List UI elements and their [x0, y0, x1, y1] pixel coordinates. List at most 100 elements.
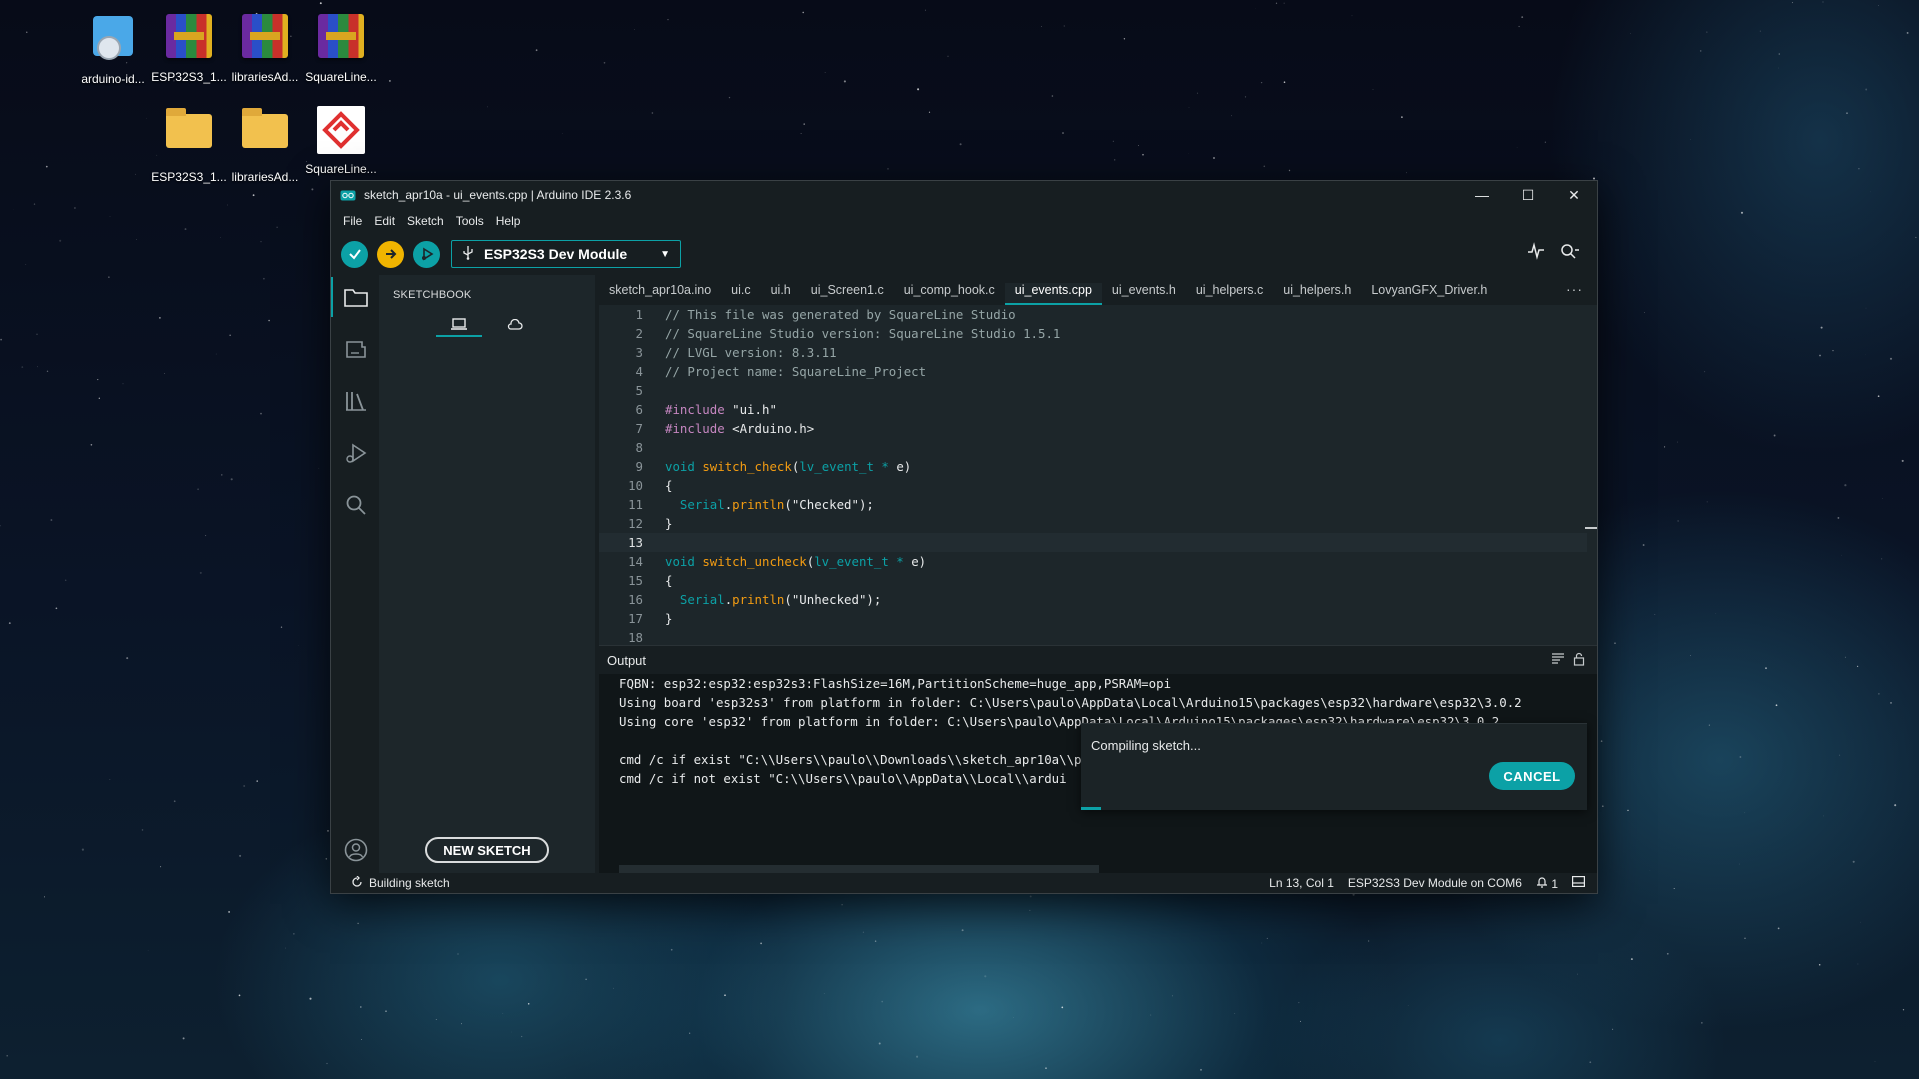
code-token: (: [806, 554, 815, 569]
close-button[interactable]: ✕: [1551, 181, 1597, 209]
star: [1405, 172, 1407, 174]
code-line[interactable]: 14 void switch_uncheck(lv_event_t * e): [599, 552, 1587, 571]
code-line[interactable]: 13: [599, 533, 1587, 552]
debug-icon: [346, 443, 367, 463]
code-line[interactable]: 15 {: [599, 571, 1587, 590]
code-token: "ui.h": [732, 402, 777, 417]
star: [1878, 693, 1880, 695]
star: [800, 132, 802, 134]
code-line[interactable]: 3 // LVGL version: 8.3.11: [599, 343, 1587, 362]
desktop-icon-arduino-ide-setup[interactable]: arduino-id...: [72, 10, 154, 86]
star: [163, 373, 165, 375]
star: [122, 383, 124, 385]
code-line[interactable]: 8: [599, 438, 1587, 457]
sketchbook-button[interactable]: [343, 284, 369, 310]
line-number: 1: [635, 307, 643, 322]
code-line[interactable]: 12}: [599, 514, 1587, 533]
menu-tools[interactable]: Tools: [450, 214, 490, 228]
title-bar[interactable]: sketch_apr10a - ui_events.cpp | Arduino …: [331, 181, 1597, 209]
star: [1777, 927, 1780, 930]
star: [238, 994, 241, 997]
menu-edit[interactable]: Edit: [368, 214, 401, 228]
code-line[interactable]: 18: [599, 628, 1587, 645]
serial-plotter-button[interactable]: [1527, 242, 1545, 265]
menu-file[interactable]: File: [337, 214, 368, 228]
tab-ui-h[interactable]: ui.h: [761, 283, 801, 305]
tab-ui-comp-hook-c[interactable]: ui_comp_hook.c: [894, 283, 1005, 305]
toggle-panel-icon[interactable]: [1572, 876, 1586, 890]
code-line[interactable]: 7 #include <Arduino.h>: [599, 419, 1587, 438]
lock-scroll-icon[interactable]: [1573, 652, 1585, 669]
star: [1865, 307, 1867, 309]
debug-panel-button[interactable]: [343, 440, 369, 466]
upload-button[interactable]: [377, 240, 404, 268]
maximize-button[interactable]: ☐: [1505, 181, 1551, 209]
code-line[interactable]: 17}: [599, 609, 1587, 628]
code-line[interactable]: 6 #include "ui.h": [599, 400, 1587, 419]
cancel-button[interactable]: CANCEL: [1489, 762, 1575, 790]
code-token: .: [724, 592, 733, 607]
new-sketch-button[interactable]: NEW SKETCH: [425, 837, 549, 863]
debug-button[interactable]: [413, 240, 440, 268]
board-selector[interactable]: ESP32S3 Dev Module ▼: [451, 240, 681, 268]
star: [1298, 1002, 1300, 1004]
code-line[interactable]: 2 // SquareLine Studio version: SquareLin…: [599, 324, 1587, 343]
notifications-status[interactable]: 1: [1536, 876, 1558, 891]
tab-sketch-apr10a-ino[interactable]: sketch_apr10a.ino: [599, 283, 721, 305]
desktop-icon-esp32s3-folder[interactable]: ESP32S3_1...: [148, 104, 230, 184]
code-line[interactable]: 5: [599, 381, 1587, 400]
verify-button[interactable]: [341, 240, 368, 268]
user-icon: [344, 838, 368, 862]
desktop-icon-libraries-folder[interactable]: librariesAd...: [224, 104, 306, 184]
star: [1401, 116, 1403, 118]
desktop-icon-libraries-archive[interactable]: librariesAd...: [224, 10, 306, 84]
tab-ui-events-cpp[interactable]: ui_events.cpp: [1004, 283, 1102, 305]
code-line[interactable]: 16 Serial. println ("Unhecked");: [599, 590, 1587, 609]
code-line[interactable]: 10 {: [599, 476, 1587, 495]
star: [276, 226, 278, 228]
star: [435, 1018, 437, 1021]
cloud-sketchbook-tab[interactable]: [492, 313, 538, 337]
code-line[interactable]: 1 // This file was generated by SquareLin…: [599, 305, 1587, 324]
profile-button[interactable]: [343, 837, 369, 863]
desktop-icon-squareline-archive[interactable]: SquareLine...: [300, 10, 382, 84]
star: [841, 904, 843, 906]
local-sketchbook-tab[interactable]: [436, 313, 482, 337]
output-horizontal-scrollbar[interactable]: [619, 865, 1099, 873]
tab-lovyangfx-driver-h[interactable]: LovyanGFX_Driver.h: [1361, 283, 1497, 305]
library-manager-button[interactable]: [343, 388, 369, 414]
tab-ui-helpers-c[interactable]: ui_helpers.c: [1186, 283, 1273, 305]
menu-sketch[interactable]: Sketch: [401, 214, 450, 228]
clear-output-icon[interactable]: [1551, 652, 1565, 669]
boards-manager-button[interactable]: [343, 336, 369, 362]
desktop-icon-squareline-studio[interactable]: SquareLine...: [300, 104, 382, 176]
tab-ui-c[interactable]: ui.c: [721, 283, 760, 305]
star: [90, 443, 93, 446]
board-port-status[interactable]: ESP32S3 Dev Module on COM6: [1348, 876, 1522, 890]
debug-play-icon: [421, 247, 434, 261]
serial-monitor-button[interactable]: [1559, 242, 1579, 265]
more-tabs-icon[interactable]: ···: [1566, 281, 1583, 297]
code-line[interactable]: 9 void switch_check(lv_event_t * e): [599, 457, 1587, 476]
star: [45, 165, 48, 168]
desktop-icon-esp32s3-archive[interactable]: ESP32S3_1...: [148, 10, 230, 84]
cursor-position[interactable]: Ln 13, Col 1: [1269, 876, 1334, 890]
star: [145, 117, 147, 119]
minimize-button[interactable]: —: [1459, 181, 1505, 209]
code-line[interactable]: 4 // Project name: SquareLine_Project: [599, 362, 1587, 381]
code-editor[interactable]: 1 // This file was generated by SquareLin…: [599, 305, 1587, 645]
menu-help[interactable]: Help: [490, 214, 527, 228]
star: [36, 333, 38, 336]
star: [1677, 520, 1679, 522]
star: [1644, 312, 1645, 313]
tab-ui-screen1-c[interactable]: ui_Screen1.c: [801, 283, 894, 305]
star: [81, 848, 84, 851]
code-line[interactable]: 11 Serial. println ("Checked");: [599, 495, 1587, 514]
activity-bar: [331, 275, 379, 873]
tab-ui-events-h[interactable]: ui_events.h: [1102, 283, 1186, 305]
tab-ui-helpers-h[interactable]: ui_helpers.h: [1273, 283, 1361, 305]
star: [220, 237, 221, 239]
star: [97, 379, 99, 381]
star: [1775, 704, 1778, 707]
search-button[interactable]: [343, 492, 369, 518]
